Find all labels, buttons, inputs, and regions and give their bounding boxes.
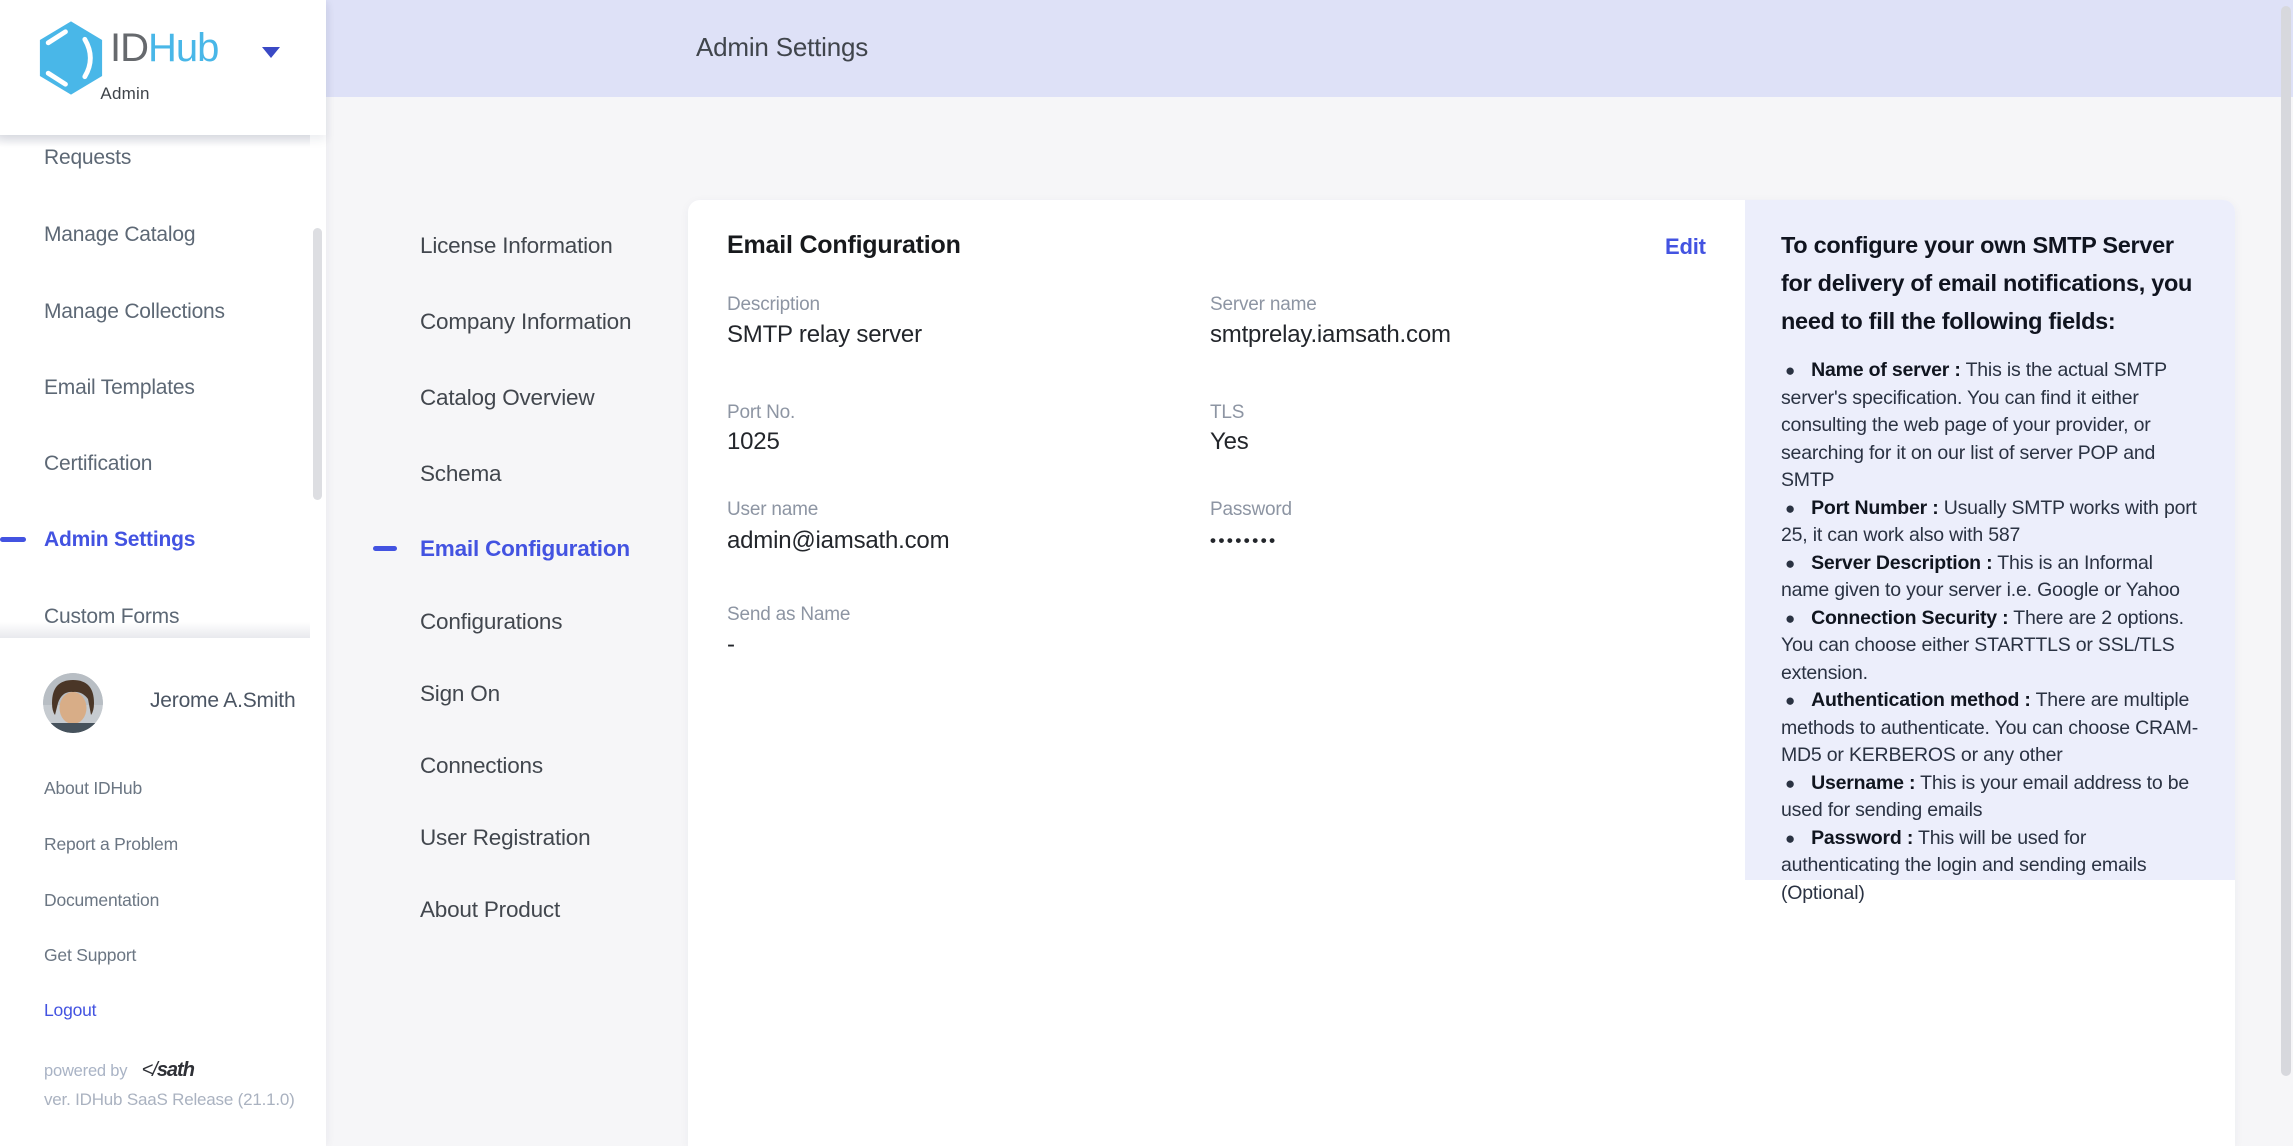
nav-scroll-shadow-bottom: [0, 622, 310, 638]
page-header: Admin Settings: [326, 0, 2293, 97]
field-label-user-name: User name: [727, 498, 818, 522]
user-name: Jerome A.Smith: [150, 689, 295, 713]
help-bullet-list: ●Name of server : This is the actual SMT…: [1781, 357, 2199, 907]
link-documentation[interactable]: Documentation: [44, 889, 159, 911]
brand-id-text: ID: [110, 26, 148, 70]
sidebar-item-manage-collections[interactable]: Manage Collections: [44, 299, 225, 325]
field-label-tls: TLS: [1210, 401, 1244, 425]
bullet-dot-icon: ●: [1781, 499, 1811, 518]
link-logout[interactable]: Logout: [44, 999, 96, 1021]
field-label-password: Password: [1210, 498, 1292, 522]
sidebar-item-email-templates[interactable]: Email Templates: [44, 375, 195, 401]
edit-button[interactable]: Edit: [1665, 234, 1706, 260]
sidebar-item-manage-catalog[interactable]: Manage Catalog: [44, 222, 195, 248]
field-label-server-name: Server name: [1210, 293, 1317, 317]
avatar: [43, 673, 103, 733]
brand-subtitle: Admin: [96, 84, 154, 104]
sidebar: IDHub Admin Requests Manage Catalog Mana…: [0, 0, 326, 1146]
card-title: Email Configuration: [727, 229, 961, 261]
field-value-send-as-name: -: [727, 630, 735, 660]
tab-company-information[interactable]: Company Information: [420, 308, 631, 336]
tab-connections[interactable]: Connections: [420, 752, 543, 780]
tab-configurations[interactable]: Configurations: [420, 608, 562, 636]
bullet-dot-icon: ●: [1781, 554, 1811, 573]
nav-scroll-shadow-top: [0, 135, 310, 147]
powered-by-row: powered by </sath: [44, 1059, 194, 1081]
bullet-dot-icon: ●: [1781, 609, 1811, 628]
brand-area: IDHub Admin: [0, 0, 326, 135]
tab-email-configuration[interactable]: Email Configuration: [420, 535, 630, 563]
smtp-help-panel: To configure your own SMTP Server for de…: [1745, 200, 2235, 880]
tab-sign-on[interactable]: Sign On: [420, 680, 500, 708]
link-get-support[interactable]: Get Support: [44, 944, 136, 966]
sidebar-item-admin-settings[interactable]: Admin Settings: [44, 527, 195, 553]
powered-by-label: powered by: [44, 1062, 127, 1080]
field-value-user-name: admin@iamsath.com: [727, 526, 949, 556]
brand-wordmark: IDHub: [110, 26, 218, 71]
field-label-port: Port No.: [727, 401, 795, 425]
sath-logo-mark: </: [142, 1059, 157, 1081]
help-bullet-password: ●Password : This will be used for authen…: [1781, 825, 2199, 908]
help-bullet-connection-security: ●Connection Security : There are 2 optio…: [1781, 605, 2199, 688]
sidebar-scrollbar[interactable]: [313, 228, 322, 500]
help-bullet-username: ●Username : This is your email address t…: [1781, 770, 2199, 825]
sath-logo: </sath: [142, 1059, 194, 1081]
password-masked-value: ••••••••: [1210, 526, 1278, 556]
tab-license-information[interactable]: License Information: [420, 232, 613, 260]
version-text: ver. IDHub SaaS Release (21.1.0): [44, 1090, 295, 1110]
field-value-server-name: smtprelay.iamsath.com: [1210, 320, 1451, 350]
field-label-description: Description: [727, 293, 820, 317]
bullet-dot-icon: ●: [1781, 691, 1811, 710]
tab-user-registration[interactable]: User Registration: [420, 824, 590, 852]
help-bullet-name-of-server: ●Name of server : This is the actual SMT…: [1781, 357, 2199, 495]
field-value-port: 1025: [727, 427, 780, 457]
email-configuration-card: Email Configuration Edit Description SMT…: [688, 200, 2235, 1146]
active-tab-indicator: [373, 546, 397, 551]
help-bullet-port-number: ●Port Number : Usually SMTP works with p…: [1781, 495, 2199, 550]
bullet-dot-icon: ●: [1781, 829, 1811, 848]
tab-about-product[interactable]: About Product: [420, 896, 560, 924]
bullet-dot-icon: ●: [1781, 774, 1811, 793]
tab-catalog-overview[interactable]: Catalog Overview: [420, 384, 594, 412]
caret-down-icon[interactable]: [262, 47, 280, 58]
sidebar-item-requests[interactable]: Requests: [44, 145, 131, 171]
help-bullet-server-description: ●Server Description : This is an Informa…: [1781, 550, 2199, 605]
sidebar-item-certification[interactable]: Certification: [44, 451, 152, 477]
brand-hub-text: Hub: [148, 26, 218, 70]
field-label-send-as-name: Send as Name: [727, 603, 850, 627]
tab-schema[interactable]: Schema: [420, 460, 501, 488]
link-about-idhub[interactable]: About IDHub: [44, 777, 142, 799]
page-title: Admin Settings: [696, 31, 868, 63]
page-scrollbar[interactable]: [2281, 6, 2291, 1076]
field-value-description: SMTP relay server: [727, 320, 922, 350]
admin-settings-page: Admin Settings IDHub Admin Requests Mana…: [0, 0, 2293, 1146]
link-report-problem[interactable]: Report a Problem: [44, 833, 178, 855]
bullet-dot-icon: ●: [1781, 361, 1811, 380]
active-item-indicator: [0, 537, 26, 542]
help-heading: To configure your own SMTP Server for de…: [1781, 226, 2199, 340]
sath-logo-text: sath: [157, 1059, 194, 1081]
field-value-tls: Yes: [1210, 427, 1249, 457]
help-bullet-authentication-method: ●Authentication method : There are multi…: [1781, 687, 2199, 770]
